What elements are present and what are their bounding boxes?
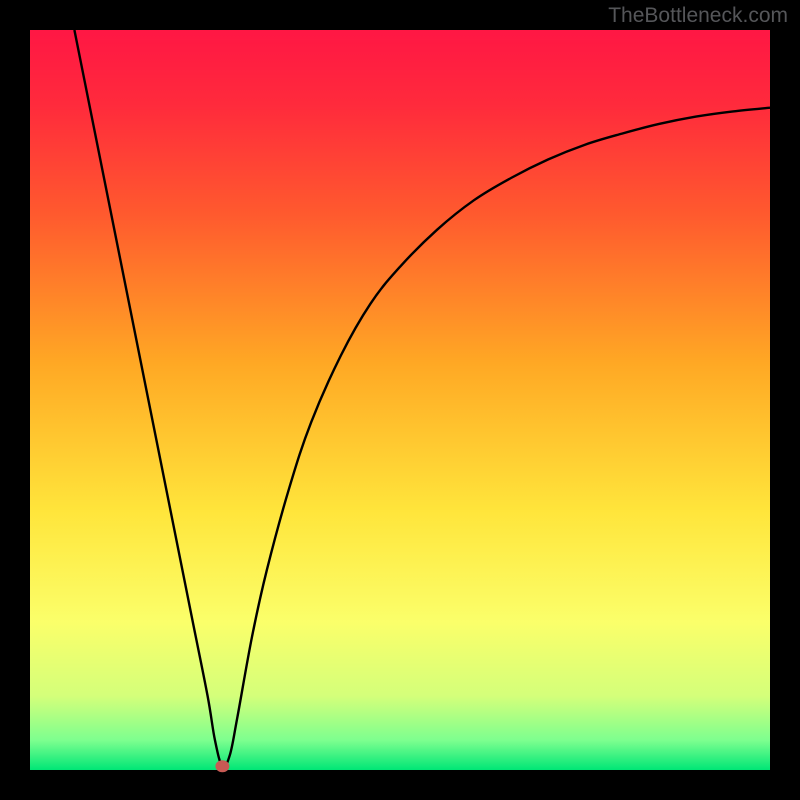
bottleneck-chart bbox=[0, 0, 800, 800]
plot-background bbox=[30, 30, 770, 770]
watermark-text: TheBottleneck.com bbox=[608, 4, 788, 28]
minimum-marker bbox=[215, 760, 229, 772]
chart-frame: TheBottleneck.com bbox=[0, 0, 800, 800]
